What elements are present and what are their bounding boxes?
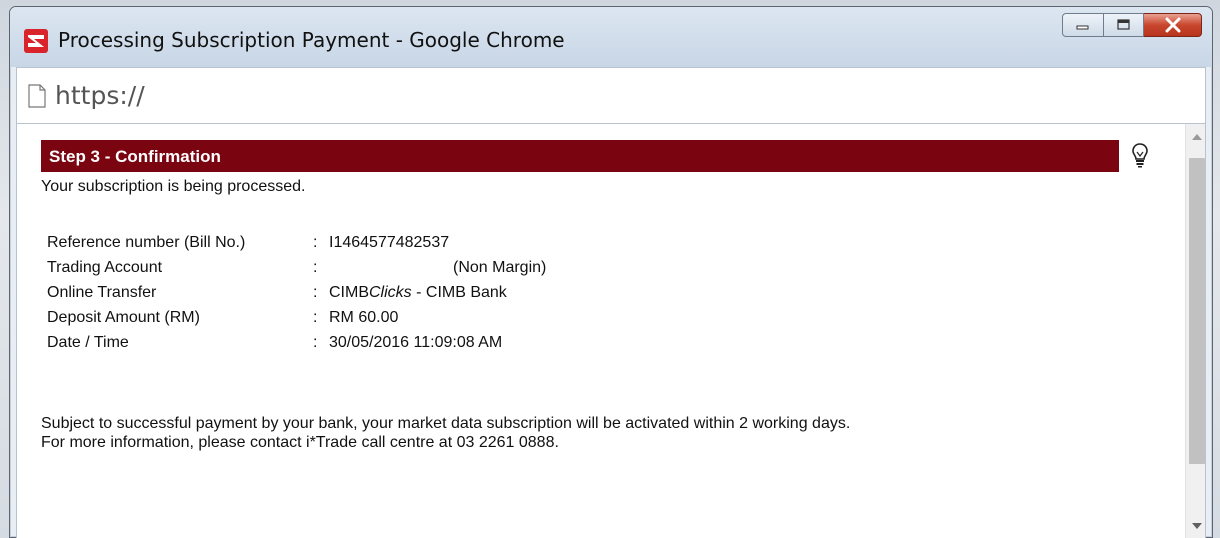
detail-row-date-time: Date / Time : 30/05/2016 11:09:08 AM	[47, 330, 546, 355]
detail-separator: :	[313, 258, 318, 276]
vertical-scrollbar[interactable]	[1185, 124, 1205, 538]
app-logo-icon	[24, 29, 48, 53]
note-line: For more information, please contact i*T…	[41, 434, 559, 451]
detail-separator: :	[313, 233, 318, 251]
lightbulb-icon[interactable]	[1131, 142, 1149, 168]
detail-label: Date / Time	[47, 333, 129, 351]
maximize-button[interactable]	[1104, 13, 1144, 37]
detail-value: (Non Margin)	[329, 255, 546, 280]
close-icon	[1165, 17, 1180, 33]
detail-row-online-transfer: Online Transfer : CIMBClicks - CIMB Bank	[47, 280, 546, 305]
detail-label: Reference number (Bill No.)	[47, 233, 246, 251]
detail-label: Online Transfer	[47, 283, 157, 301]
url-text: https://	[55, 81, 145, 110]
detail-separator: :	[313, 308, 318, 326]
scroll-down-icon	[1192, 523, 1202, 529]
title-bar[interactable]: Processing Subscription Payment - Google…	[10, 7, 1212, 67]
detail-value: CIMBClicks - CIMB Bank	[329, 280, 546, 305]
status-message: Your subscription is being processed.	[41, 178, 306, 195]
detail-row-deposit-amount: Deposit Amount (RM) : RM 60.00	[47, 305, 546, 330]
trading-account-value: (Non Margin)	[453, 258, 547, 276]
detail-value: I1464577482537	[329, 233, 450, 251]
transfer-prefix: CIMB	[329, 283, 369, 301]
transfer-suffix: - CIMB Bank	[411, 283, 507, 301]
maximize-icon	[1116, 19, 1130, 30]
minimize-icon	[1076, 25, 1089, 30]
detail-value: RM 60.00	[329, 308, 399, 326]
close-button[interactable]	[1144, 13, 1202, 37]
address-bar[interactable]: https://	[16, 67, 1206, 124]
scroll-up-button[interactable]	[1186, 126, 1205, 148]
scrollbar-thumb[interactable]	[1189, 158, 1205, 464]
minimize-button[interactable]	[1062, 13, 1104, 37]
scroll-down-button[interactable]	[1186, 515, 1205, 537]
detail-label: Trading Account	[47, 258, 163, 276]
step-header: Step 3 - Confirmation	[41, 140, 1119, 172]
details-table: Reference number (Bill No.) : I146457748…	[47, 230, 546, 355]
scroll-up-icon	[1192, 134, 1202, 140]
popup-window: Processing Subscription Payment - Google…	[9, 6, 1213, 538]
detail-value: 30/05/2016 11:09:08 AM	[329, 333, 503, 351]
detail-row-trading-account: Trading Account : (Non Margin)	[47, 255, 546, 280]
detail-separator: :	[313, 283, 318, 301]
detail-row-reference: Reference number (Bill No.) : I146457748…	[47, 230, 546, 255]
detail-label: Deposit Amount (RM)	[47, 308, 200, 326]
page-icon	[28, 84, 46, 108]
transfer-italic: Clicks	[369, 283, 412, 301]
detail-separator: :	[313, 333, 318, 351]
window-title: Processing Subscription Payment - Google…	[58, 28, 565, 52]
note-line: Subject to successful payment by your ba…	[41, 415, 851, 432]
page-content: Step 3 - Confirmation Your subscription …	[16, 124, 1206, 538]
window-controls	[1062, 13, 1202, 37]
info-note: Subject to successful payment by your ba…	[41, 414, 850, 452]
